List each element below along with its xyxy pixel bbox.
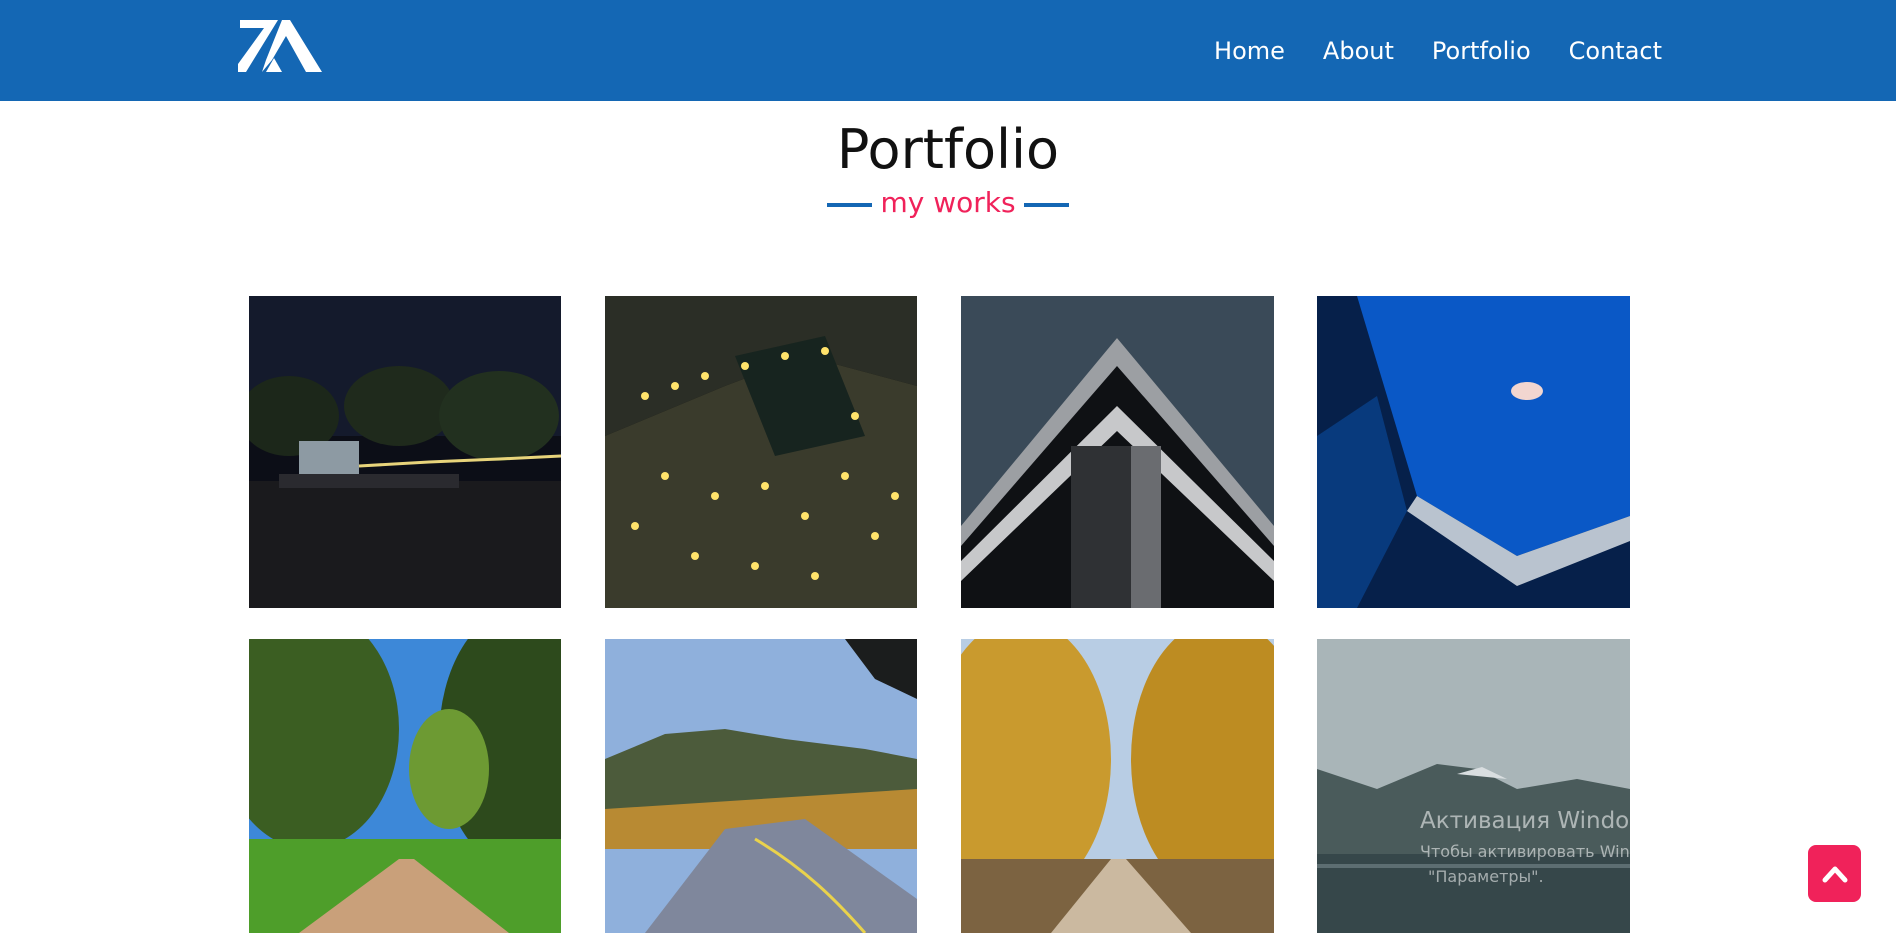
chevron-up-icon [1822,866,1847,882]
windows-activation-watermark: Активация Windows Чтобы активировать Win… [1420,808,1852,886]
subtitle-text: my works [880,186,1016,219]
blue-laptop-image [1317,296,1630,608]
watermark-line-2: "Параметры". [1428,867,1544,886]
autumn-alley-image [961,639,1274,933]
tree-path-image [249,639,561,933]
back-to-top-button[interactable] [1808,845,1861,902]
subtitle-divider-right [1023,202,1069,207]
portfolio-item-outdoor-cinema[interactable] [249,296,561,608]
outdoor-cinema-image [249,296,561,608]
mountain-road-image [605,639,917,933]
watermark-title: Активация Windows [1420,808,1661,834]
nav-link-about[interactable]: About [1323,37,1394,65]
navbar: Home About Portfolio Contact [0,0,1896,101]
portfolio-item-tree-path[interactable] [249,639,561,933]
portfolio-item-mountain-lake[interactable] [1317,639,1630,933]
logo-icon[interactable] [238,20,322,72]
nav-link-home[interactable]: Home [1214,37,1285,65]
nav-link-contact[interactable]: Contact [1569,37,1662,65]
main-nav: Home About Portfolio Contact [1214,0,1662,101]
mountain-lake-image [1317,639,1630,933]
section-subtitle: my works [0,186,1896,219]
building-corner-image [961,296,1274,608]
section-title: Portfolio [836,118,1060,181]
subtitle-divider-left [827,202,873,207]
portfolio-item-blue-laptop[interactable] [1317,296,1630,608]
portfolio-item-autumn-alley[interactable] [961,639,1274,933]
watermark-line-1: Чтобы активировать Windows, перейдите в … [1420,842,1852,861]
bus-lights-image [605,296,917,608]
nav-link-portfolio[interactable]: Portfolio [1432,37,1531,65]
portfolio-item-building-corner[interactable] [961,296,1274,608]
portfolio-item-bus-lights[interactable] [605,296,917,608]
portfolio-item-mountain-road[interactable] [605,639,917,933]
